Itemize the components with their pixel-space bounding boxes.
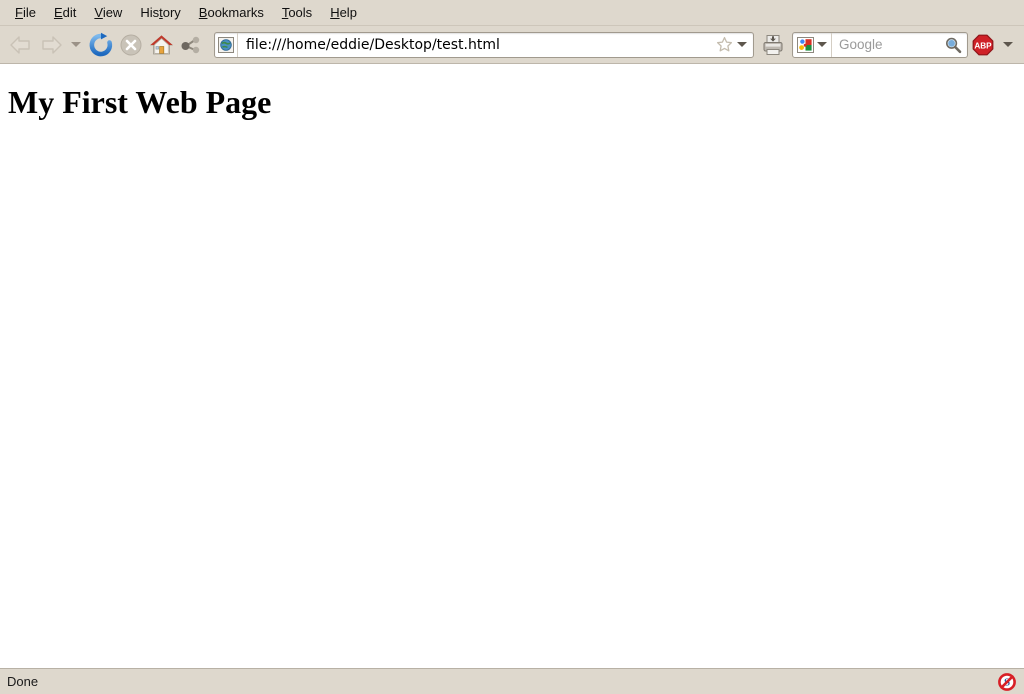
url-bar[interactable]: file:///home/eddie/Desktop/test.html [214,31,754,58]
search-input[interactable]: Google [832,37,944,52]
adblock-plus-icon: ABP [972,34,994,55]
molecule-icon [181,36,200,53]
stop-icon [120,34,142,55]
printer-icon [763,34,783,55]
status-text: Done [7,674,39,689]
chevron-down-icon[interactable] [817,42,827,47]
chevron-down-icon [71,42,81,47]
reload-button[interactable] [86,30,116,60]
page-heading: My First Web Page [8,84,272,120]
chevron-down-icon [1003,42,1013,47]
search-bar[interactable]: Google [792,31,968,58]
stop-button[interactable] [116,30,146,60]
back-arrow-icon [10,35,30,54]
adblock-dropdown-button[interactable] [998,30,1018,60]
forward-button[interactable] [36,30,66,60]
magnifier-icon [945,37,962,53]
menu-item-history[interactable]: History [131,3,189,23]
browser-window: FFileile Edit View History Bookmarks Too… [0,0,1024,694]
print-button[interactable] [758,30,788,60]
url-text[interactable]: file:///home/eddie/Desktop/test.html [238,37,712,53]
history-dropdown-button[interactable] [66,30,86,60]
menu-item-bookmarks[interactable]: Bookmarks [190,3,273,23]
back-button[interactable] [6,30,36,60]
google-icon [797,36,814,53]
url-bar-actions [712,36,753,53]
home-icon [149,34,173,54]
status-bar: Done S [0,668,1024,694]
menu-item-edit[interactable]: Edit [45,3,85,23]
adblock-plus-button[interactable]: ABP [968,30,998,60]
noscript-icon[interactable]: S [998,672,1016,691]
molecule-button[interactable] [176,30,206,60]
status-bar-icons: S [998,672,1016,691]
search-engine-selector[interactable] [793,32,832,57]
globe-icon [218,36,234,53]
document-body: My First Web Page [8,84,1016,120]
menu-item-file[interactable]: FFileile [6,3,45,23]
page-content: My First Web Page [0,64,1024,668]
url-favicon [215,32,238,57]
menu-item-tools[interactable]: Tools [273,3,321,23]
navigation-toolbar: file:///home/eddie/Desktop/test.html Goo… [0,26,1024,64]
adblock-label: ABP [974,41,992,50]
menu-bar: FFileile Edit View History Bookmarks Too… [0,0,1024,26]
menu-item-view[interactable]: View [85,3,131,23]
reload-icon [89,32,113,56]
chevron-down-icon[interactable] [737,42,747,47]
home-button[interactable] [146,30,176,60]
forward-arrow-icon [42,35,62,54]
star-icon[interactable] [716,36,733,53]
menu-item-help[interactable]: Help [321,3,366,23]
search-submit-button[interactable] [944,36,967,54]
